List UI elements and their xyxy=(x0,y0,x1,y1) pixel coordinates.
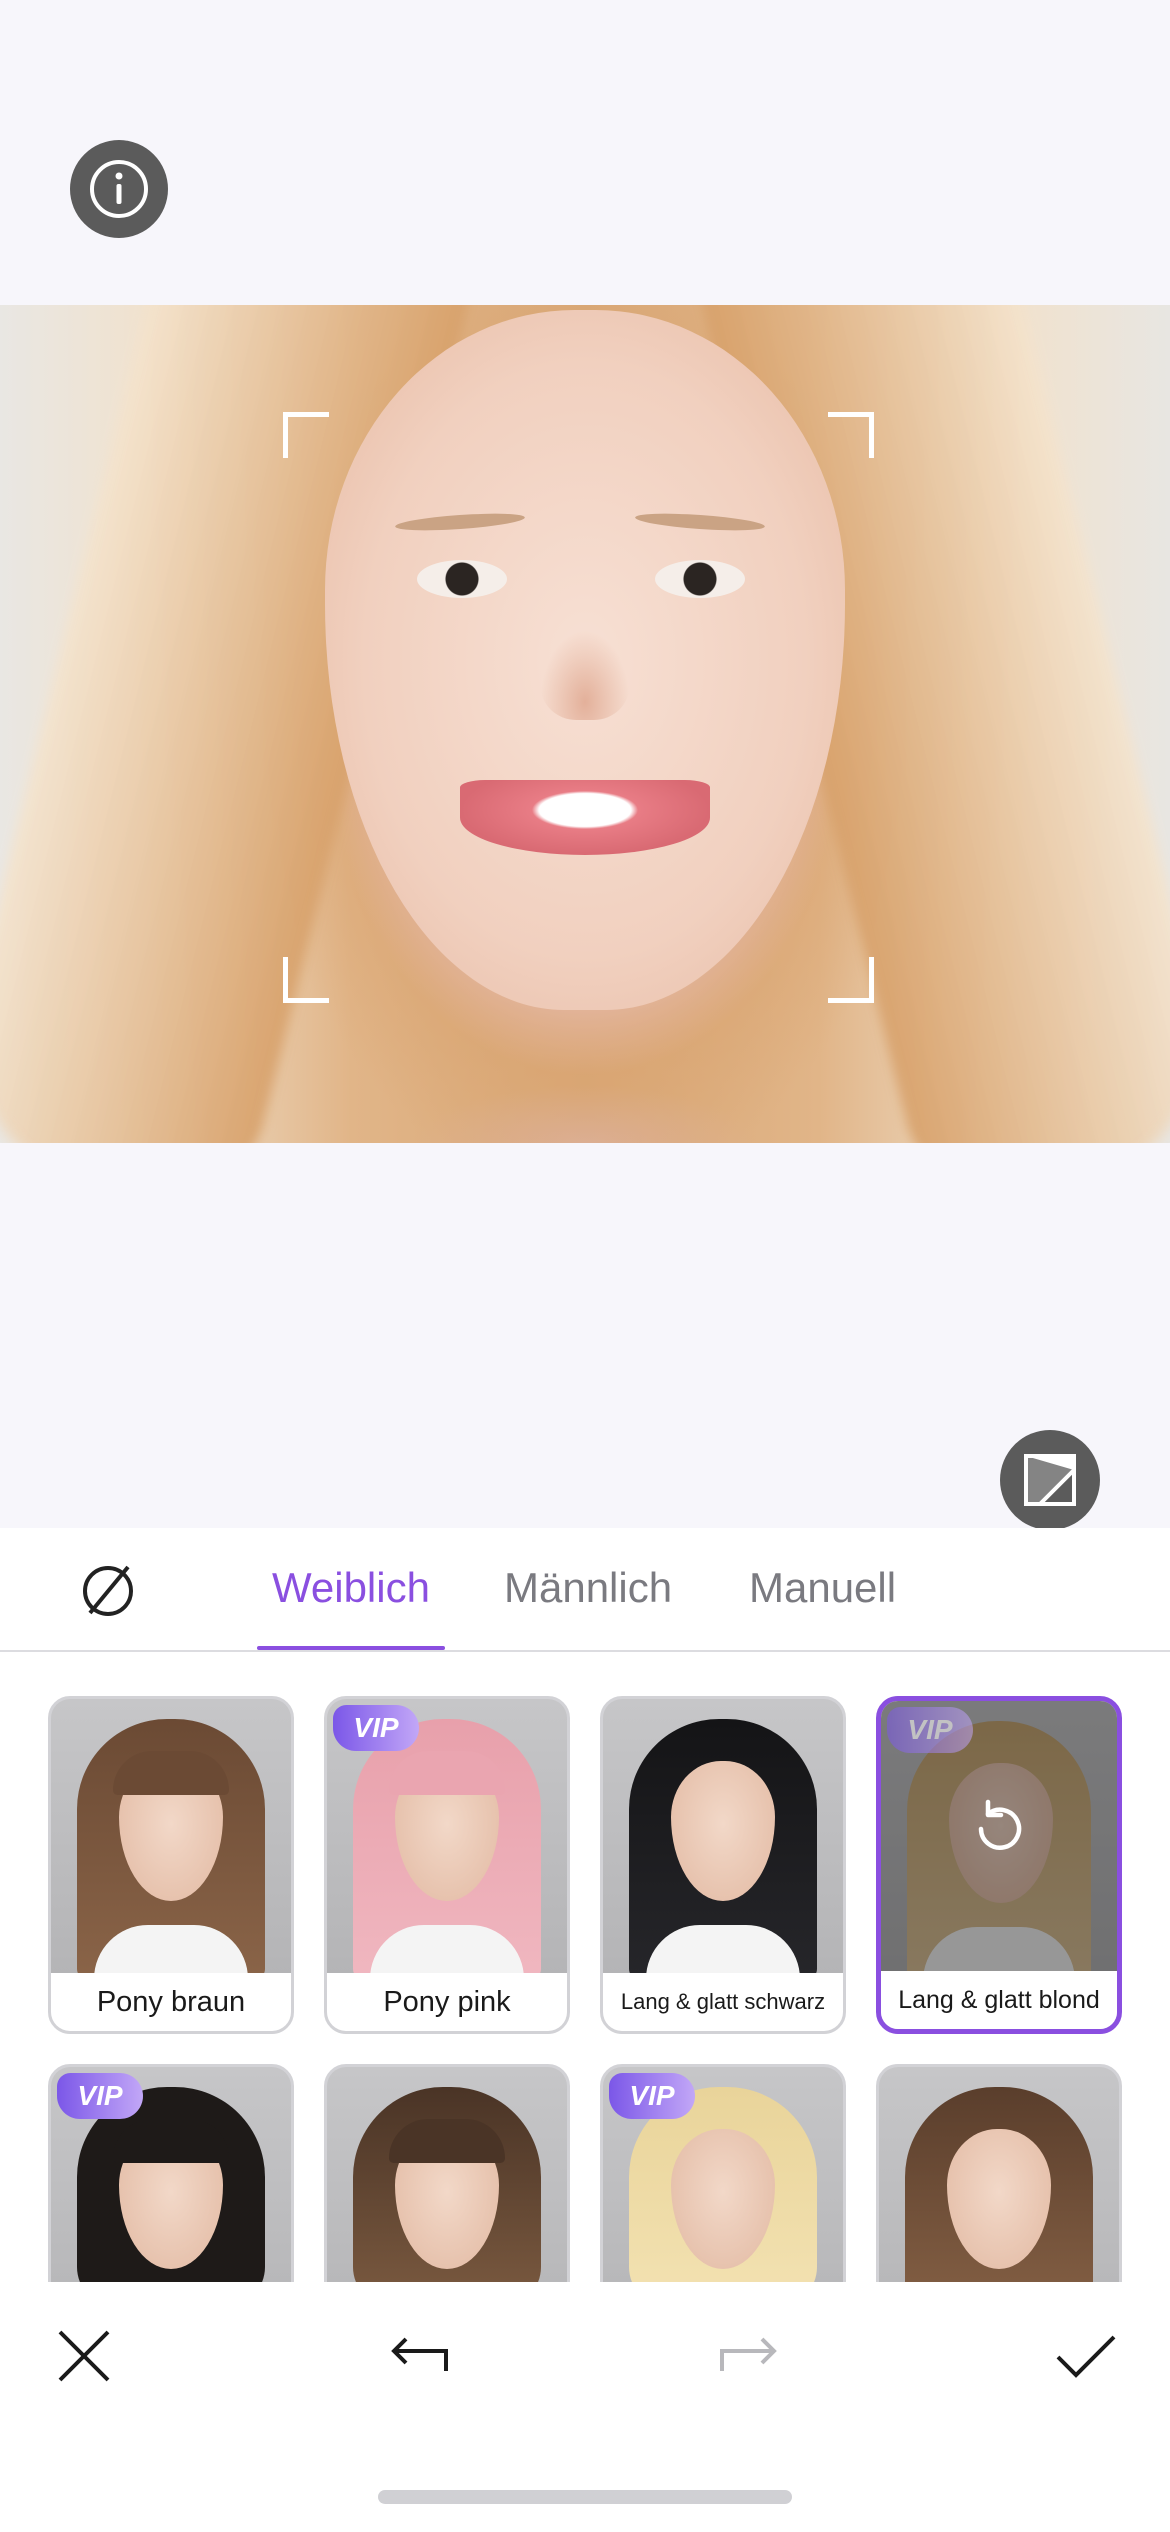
face-frame-corner-top-left xyxy=(283,412,329,458)
style-thumbnail xyxy=(879,2067,1119,2282)
bottom-toolbar xyxy=(0,2290,1170,2420)
face-frame-corner-top-right xyxy=(828,412,874,458)
style-card-pony-braun[interactable]: Pony braun xyxy=(48,1696,294,2034)
category-tabs: Weiblich Männlich Manuell xyxy=(0,1528,1170,1652)
style-card-7[interactable]: VIP xyxy=(600,2064,846,2282)
style-card-5[interactable]: VIP xyxy=(48,2064,294,2282)
vip-badge: VIP xyxy=(609,2073,695,2119)
redo-button[interactable] xyxy=(713,2320,785,2392)
tab-weiblich[interactable]: Weiblich xyxy=(272,1564,430,1612)
right-eye xyxy=(655,560,745,598)
style-thumbnail xyxy=(603,1699,843,1979)
bangs xyxy=(389,2119,505,2163)
info-icon xyxy=(90,160,148,218)
vip-badge: VIP xyxy=(57,2073,143,2119)
style-thumbnail xyxy=(51,1699,291,1979)
compare-button[interactable] xyxy=(1000,1430,1100,1530)
bangs xyxy=(113,1751,229,1795)
vip-badge: VIP xyxy=(887,1707,973,1753)
style-label: Pony braun xyxy=(51,1973,291,2031)
style-card-pony-pink[interactable]: VIP Pony pink xyxy=(324,1696,570,2034)
active-tab-indicator xyxy=(257,1646,445,1650)
undo-icon xyxy=(391,2337,448,2371)
nose xyxy=(540,630,630,720)
left-eye xyxy=(417,560,507,598)
bangs xyxy=(113,2119,229,2163)
style-card-8[interactable] xyxy=(876,2064,1122,2282)
confirm-button[interactable] xyxy=(1050,2320,1122,2392)
home-indicator[interactable] xyxy=(378,2490,792,2504)
compare-icon xyxy=(1024,1454,1076,1506)
close-icon xyxy=(58,2330,110,2382)
photo-canvas[interactable] xyxy=(0,305,1170,1143)
reset-icon[interactable] xyxy=(967,1796,1033,1862)
hairstyle-grid: Pony braun VIP Pony pink Lang & glatt sc… xyxy=(48,1696,1122,2282)
redo-icon xyxy=(720,2337,777,2371)
face-frame-corner-bottom-left xyxy=(283,957,329,1003)
left-eyebrow xyxy=(394,510,526,534)
no-style-icon[interactable] xyxy=(78,1561,138,1621)
face-frame-corner-bottom-right xyxy=(828,957,874,1003)
style-card-lang-glatt-schwarz[interactable]: Lang & glatt schwarz xyxy=(600,1696,846,2034)
close-button[interactable] xyxy=(48,2320,120,2392)
style-card-lang-glatt-blond[interactable]: VIP Lang & glatt blond xyxy=(876,1696,1122,2034)
checkmark-icon xyxy=(1056,2335,1116,2378)
right-eyebrow xyxy=(634,510,766,534)
face xyxy=(325,310,845,1010)
style-label: Lang & glatt blond xyxy=(881,1971,1117,2029)
style-label: Pony pink xyxy=(327,1973,567,2031)
hair-style-editor: Weiblich Männlich Manuell Pony braun VIP… xyxy=(0,0,1170,2532)
style-thumbnail xyxy=(327,2067,567,2282)
info-button[interactable] xyxy=(70,140,168,238)
tab-manuell[interactable]: Manuell xyxy=(749,1564,896,1612)
mouth xyxy=(460,780,710,855)
tab-maennlich[interactable]: Männlich xyxy=(504,1564,672,1612)
undo-button[interactable] xyxy=(383,2320,455,2392)
style-card-6[interactable] xyxy=(324,2064,570,2282)
style-label: Lang & glatt schwarz xyxy=(603,1973,843,2031)
vip-badge: VIP xyxy=(333,1705,419,1751)
bangs xyxy=(389,1751,505,1795)
